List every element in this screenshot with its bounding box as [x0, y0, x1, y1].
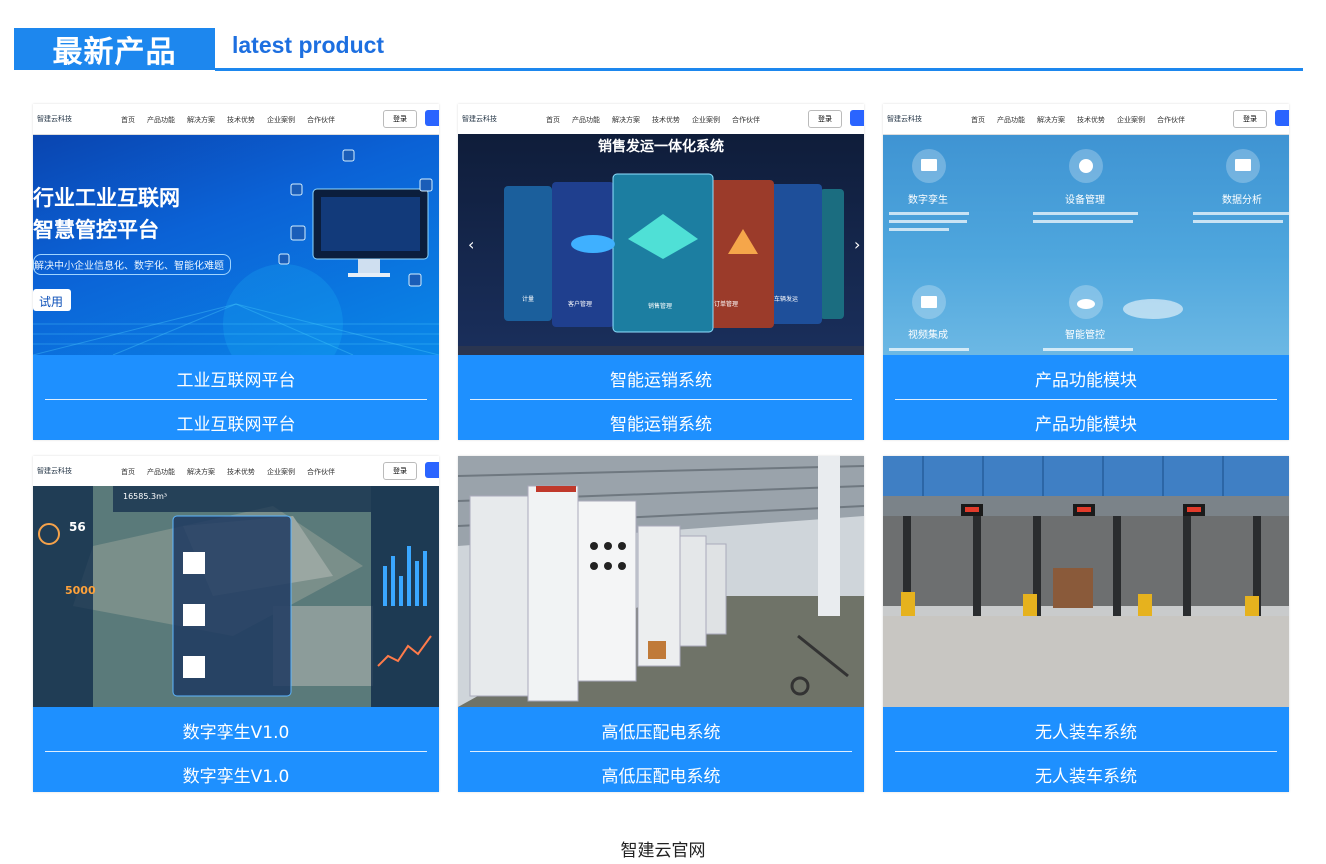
- mini-nav-cases: 企业案例: [1117, 116, 1145, 124]
- mini-site-nav: 智建云科技 首页 产品功能 解决方案 技术优势 企业案例 合作伙伴 登录: [33, 456, 439, 487]
- svg-text:›: ›: [854, 235, 860, 254]
- mini-nav-features: 产品功能: [572, 116, 600, 124]
- mini-site-nav: 智建云科技 首页 产品功能 解决方案 技术优势 企业案例 合作伙伴 登录: [458, 104, 864, 135]
- module-digital-twin: 数字孪生: [908, 195, 948, 206]
- mini-nav-home: 首页: [971, 116, 985, 124]
- mini-site-logo: 智建云科技: [887, 115, 922, 123]
- product-caption: 无人装车系统: [1035, 723, 1137, 743]
- mini-register-button: [850, 110, 864, 126]
- footer-site-name[interactable]: 智建云官网: [0, 836, 1326, 861]
- mini-register-button: [1275, 110, 1289, 126]
- mini-nav-solutions: 解决方案: [187, 468, 215, 476]
- mini-nav-cases: 企业案例: [692, 116, 720, 124]
- mini-login-button: 登录: [1233, 110, 1267, 128]
- banner-line1: 行业工业互联网: [33, 186, 180, 210]
- factory-photo: [458, 456, 864, 707]
- carousel-label-sales: 销售管理: [648, 303, 673, 310]
- mini-site-logo: 智建云科技: [37, 467, 72, 475]
- product-image-industrial-platform: 智建云科技 首页 产品功能 解决方案 技术优势 企业案例 合作伙伴 登录 行业工业互联网 …: [33, 104, 439, 355]
- product-image-power-distribution: [458, 456, 864, 707]
- mini-nav-tech: 技术优势: [227, 468, 255, 476]
- loading-station-photo: [883, 456, 1289, 707]
- product-subcaption: 高低压配电系统: [601, 767, 721, 787]
- mini-nav-tech: 技术优势: [1077, 116, 1105, 124]
- product-caption: 数字孪生V1.0: [182, 723, 290, 743]
- module-video-integration: 视频集成: [908, 330, 948, 341]
- caption-divider: [895, 399, 1277, 400]
- stat-big: 56: [69, 520, 86, 534]
- product-caption: 产品功能模块: [1035, 371, 1137, 391]
- stat-top: 16585.3m³: [123, 492, 168, 501]
- mini-nav-partners: 合作伙伴: [1157, 116, 1185, 124]
- stat-number: 5000: [65, 584, 96, 597]
- module-data-analysis: 数据分析: [1222, 195, 1262, 206]
- section-header: 最新产品 latest product: [14, 28, 1303, 72]
- mini-nav-features: 产品功能: [997, 116, 1025, 124]
- product-subcaption: 智能运销系统: [610, 415, 712, 435]
- mini-site-nav: 智建云科技 首页 产品功能 解决方案 技术优势 企业案例 合作伙伴 登录: [883, 104, 1289, 135]
- carousel-graphic: ‹ ›: [458, 134, 864, 355]
- mini-nav-partners: 合作伙伴: [307, 468, 335, 476]
- banner-title: 销售发运一体化系统: [598, 139, 724, 155]
- caption-divider: [45, 399, 427, 400]
- product-subcaption: 工业互联网平台: [176, 415, 296, 435]
- mini-nav-home: 首页: [121, 468, 135, 476]
- mini-nav-cases: 企业案例: [267, 468, 295, 476]
- product-image-feature-modules: 智建云科技 首页 产品功能 解决方案 技术优势 企业案例 合作伙伴 登录 数字孪生 设备管…: [883, 104, 1289, 355]
- product-image-smart-sales: 智建云科技 首页 产品功能 解决方案 技术优势 企业案例 合作伙伴 登录 ‹ › 销售发运…: [458, 104, 864, 355]
- product-card-industrial-platform[interactable]: 智建云科技 首页 产品功能 解决方案 技术优势 企业案例 合作伙伴 登录 行业工业互联网 …: [33, 104, 439, 440]
- carousel-label-orders: 订单管理: [714, 301, 739, 308]
- caption-divider: [470, 751, 852, 752]
- product-caption: 工业互联网平台: [176, 371, 296, 391]
- product-image-unmanned-loading: [883, 456, 1289, 707]
- section-title-en: latest product: [232, 32, 385, 58]
- mini-login-button: 登录: [808, 110, 842, 128]
- mini-register-button: [425, 462, 439, 478]
- product-caption: 智能运销系统: [610, 371, 712, 391]
- carousel-label-metering: 计量: [522, 296, 535, 303]
- product-subcaption: 无人装车系统: [1035, 767, 1137, 787]
- caption-divider: [470, 399, 852, 400]
- section-divider: [215, 68, 1303, 71]
- module-smart-control: 智能管控: [1065, 330, 1105, 341]
- mini-site-logo: 智建云科技: [462, 115, 497, 123]
- carousel-label-customer: 客户管理: [568, 301, 593, 308]
- mini-nav-partners: 合作伙伴: [732, 116, 760, 124]
- caption-divider: [895, 751, 1277, 752]
- product-image-digital-twin: 智建云科技 首页 产品功能 解决方案 技术优势 企业案例 合作伙伴 登录 16585.3m…: [33, 456, 439, 707]
- carousel-label-shipping: 车辆发运: [774, 296, 799, 303]
- banner-trial-button: 试用: [38, 295, 63, 309]
- caption-divider: [45, 751, 427, 752]
- banner-line3: 解决中小企业信息化、数字化、智能化难题: [33, 254, 231, 275]
- module-icons-graphic: [889, 149, 1289, 351]
- product-caption: 高低压配电系统: [601, 723, 721, 743]
- mini-nav-home: 首页: [546, 116, 560, 124]
- mini-nav-features: 产品功能: [147, 468, 175, 476]
- product-subcaption: 产品功能模块: [1035, 415, 1137, 435]
- mini-login-button: 登录: [383, 462, 417, 480]
- product-card-unmanned-loading[interactable]: 无人装车系统 无人装车系统: [883, 456, 1289, 792]
- product-card-digital-twin[interactable]: 智建云科技 首页 产品功能 解决方案 技术优势 企业案例 合作伙伴 登录 16585.3m…: [33, 456, 439, 792]
- product-subcaption: 数字孪生V1.0: [182, 767, 290, 787]
- section-title-zh: 最新产品: [14, 28, 215, 70]
- product-card-power-distribution[interactable]: 高低压配电系统 高低压配电系统: [458, 456, 864, 792]
- banner-line2: 智慧管控平台: [33, 218, 159, 242]
- mini-nav-tech: 技术优势: [652, 116, 680, 124]
- mini-nav-solutions: 解决方案: [612, 116, 640, 124]
- module-equipment-management: 设备管理: [1065, 195, 1105, 206]
- svg-text:‹: ‹: [468, 235, 474, 254]
- mini-nav-solutions: 解决方案: [1037, 116, 1065, 124]
- product-card-smart-sales[interactable]: 智建云科技 首页 产品功能 解决方案 技术优势 企业案例 合作伙伴 登录 ‹ › 销售发运…: [458, 104, 864, 440]
- product-card-feature-modules[interactable]: 智建云科技 首页 产品功能 解决方案 技术优势 企业案例 合作伙伴 登录 数字孪生 设备管…: [883, 104, 1289, 440]
